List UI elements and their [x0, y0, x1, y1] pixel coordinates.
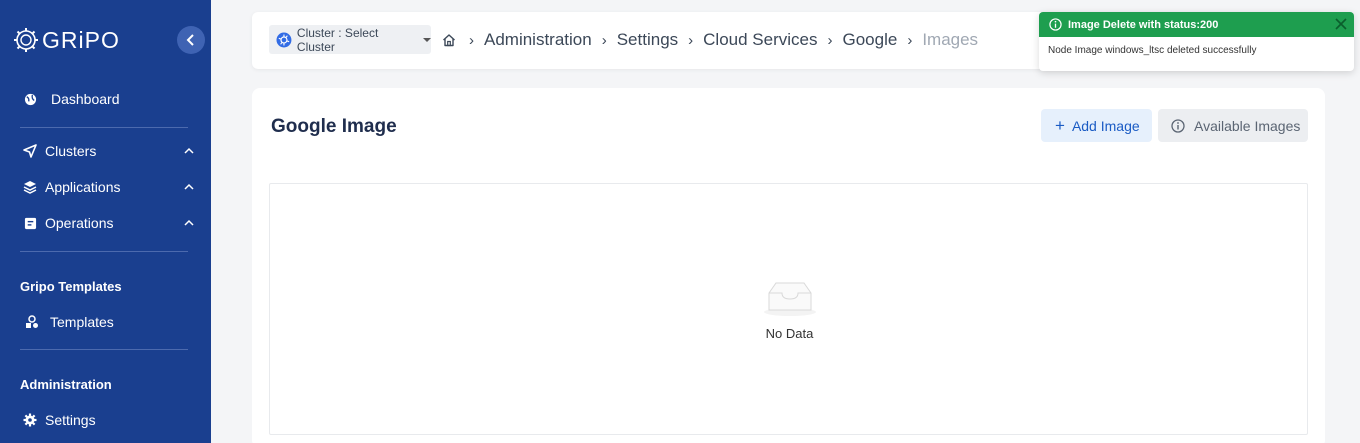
sidebar-item-clusters[interactable]: Clusters [0, 136, 211, 166]
add-image-label: Add Image [1071, 117, 1140, 134]
empty-inbox-icon [763, 282, 816, 316]
section-title-administration: Administration [20, 377, 112, 392]
send-icon [22, 143, 38, 159]
empty-text: No Data [765, 326, 814, 341]
sidebar-item-operations[interactable]: Operations [0, 208, 211, 238]
breadcrumb-item-images: Images [922, 30, 979, 49]
breadcrumb-item-settings[interactable]: Settings [617, 30, 678, 50]
sidebar-item-label: Settings [45, 412, 96, 428]
toast-title: Image Delete with status:200 [1068, 18, 1219, 31]
chevron-up-icon [184, 183, 194, 190]
kubernetes-icon [276, 32, 292, 47]
add-image-button[interactable]: + Add Image [1041, 109, 1152, 142]
breadcrumb-item-administration[interactable]: Administration [484, 30, 592, 50]
logo-text: GRiPO [42, 26, 120, 53]
close-icon[interactable] [1334, 17, 1348, 31]
divider [20, 127, 188, 128]
images-table: No Data [269, 183, 1308, 435]
chevron-left-icon [186, 34, 194, 46]
logo-gear-icon [14, 28, 38, 52]
logo[interactable]: GRiPO [12, 24, 120, 56]
sidebar-item-dashboard[interactable]: Dashboard [0, 84, 211, 114]
info-icon [1049, 18, 1062, 31]
info-icon [1171, 118, 1185, 133]
breadcrumb-item-cloud-services[interactable]: Cloud Services [703, 30, 817, 50]
sidebar-item-label: Dashboard [51, 91, 120, 107]
toast-message: Node Image windows_ltsc deleted successf… [1048, 45, 1257, 56]
gear-icon [22, 412, 38, 428]
page-title: Google Image [271, 116, 397, 137]
layers-icon [22, 179, 38, 195]
breadcrumb-separator: › [469, 31, 474, 49]
collapse-sidebar-button[interactable] [177, 26, 205, 54]
sidebar-item-label: Operations [45, 215, 114, 231]
section-title-templates: Gripo Templates [20, 279, 122, 294]
sidebar-item-templates[interactable]: Templates [0, 307, 211, 337]
clipboard-icon [22, 215, 38, 231]
cluster-select[interactable]: Cluster : Select Cluster [269, 25, 431, 54]
breadcrumb-separator: › [688, 31, 694, 49]
toast-header: Image Delete with status:200 [1039, 12, 1354, 37]
sidebar-item-label: Applications [45, 179, 121, 195]
sidebar-item-applications[interactable]: Applications [0, 172, 211, 202]
globe-icon [22, 91, 38, 107]
available-images-button[interactable]: Available Images [1158, 109, 1308, 142]
breadcrumb-separator: › [907, 31, 913, 49]
chevron-up-icon [184, 147, 194, 154]
breadcrumb-separator: › [601, 31, 607, 49]
sidebar: GRiPO Dashboard Clusters Applications Op… [0, 0, 211, 443]
divider [20, 349, 188, 350]
available-images-label: Available Images [1194, 117, 1301, 134]
cluster-select-label: Cluster : Select Cluster [296, 25, 379, 54]
sidebar-item-label: Templates [50, 314, 114, 330]
divider [20, 251, 188, 252]
main-card: Google Image + Add Image Available Image… [252, 88, 1325, 443]
shapes-icon [24, 314, 40, 330]
home-icon[interactable] [442, 33, 456, 47]
plus-icon: + [1055, 116, 1065, 135]
sidebar-item-label: Clusters [45, 143, 97, 159]
chevron-up-icon [184, 219, 194, 226]
empty-state: No Data [270, 279, 1309, 341]
toast-notification: Image Delete with status:200 Node Image … [1039, 12, 1354, 71]
breadcrumb-separator: › [827, 31, 833, 49]
breadcrumb: › Administration › Settings › Cloud Serv… [442, 30, 978, 50]
sidebar-item-settings[interactable]: Settings [0, 405, 211, 435]
caret-down-icon [423, 37, 431, 42]
breadcrumb-item-google[interactable]: Google [842, 30, 897, 50]
